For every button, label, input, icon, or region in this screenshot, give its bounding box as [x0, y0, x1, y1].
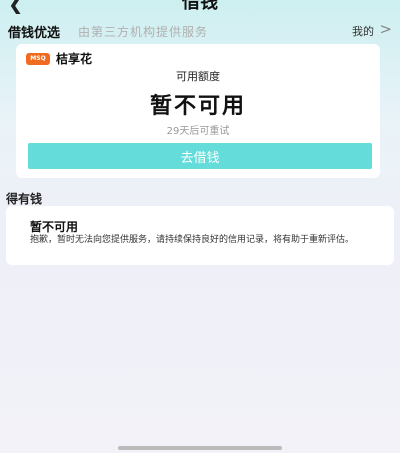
my-link[interactable]: 我的	[352, 23, 374, 39]
retry-note: 29天后可重试	[166, 126, 230, 137]
borrow-button[interactable]: 去借钱	[28, 143, 372, 169]
notice-body: 抱歉，暂时无法向您提供服务，请持续保持良好的信用记录，将有助于重新评估。	[30, 235, 355, 245]
notice-card: 暂不可用 抱歉，暂时无法向您提供服务，请持续保持良好的信用记录，将有助于重新评估…	[6, 206, 394, 265]
notice-title: 暂不可用	[30, 220, 79, 234]
home-indicator[interactable]	[118, 446, 282, 450]
section-header: 借钱优选 由第三方机构提供服务 我的 >	[0, 20, 400, 42]
section-title: 借钱优选	[8, 26, 61, 41]
top-nav-bar: ❮ 借钱	[0, 0, 400, 14]
quota-value: 暂不可用	[149, 94, 246, 119]
chevron-right-icon[interactable]: >	[379, 20, 392, 38]
product-name: 桔享花	[56, 52, 93, 66]
loan-product-card: MSQ 桔享花 可用额度 暂不可用 29天后可重试 去借钱	[16, 44, 380, 178]
section-subtitle: 由第三方机构提供服务	[78, 25, 209, 39]
section2-title: 得有钱	[6, 192, 43, 206]
page-title: 借钱	[182, 0, 218, 13]
brand-logo-icon: MSQ	[26, 53, 50, 65]
quota-label: 可用额度	[176, 70, 220, 83]
